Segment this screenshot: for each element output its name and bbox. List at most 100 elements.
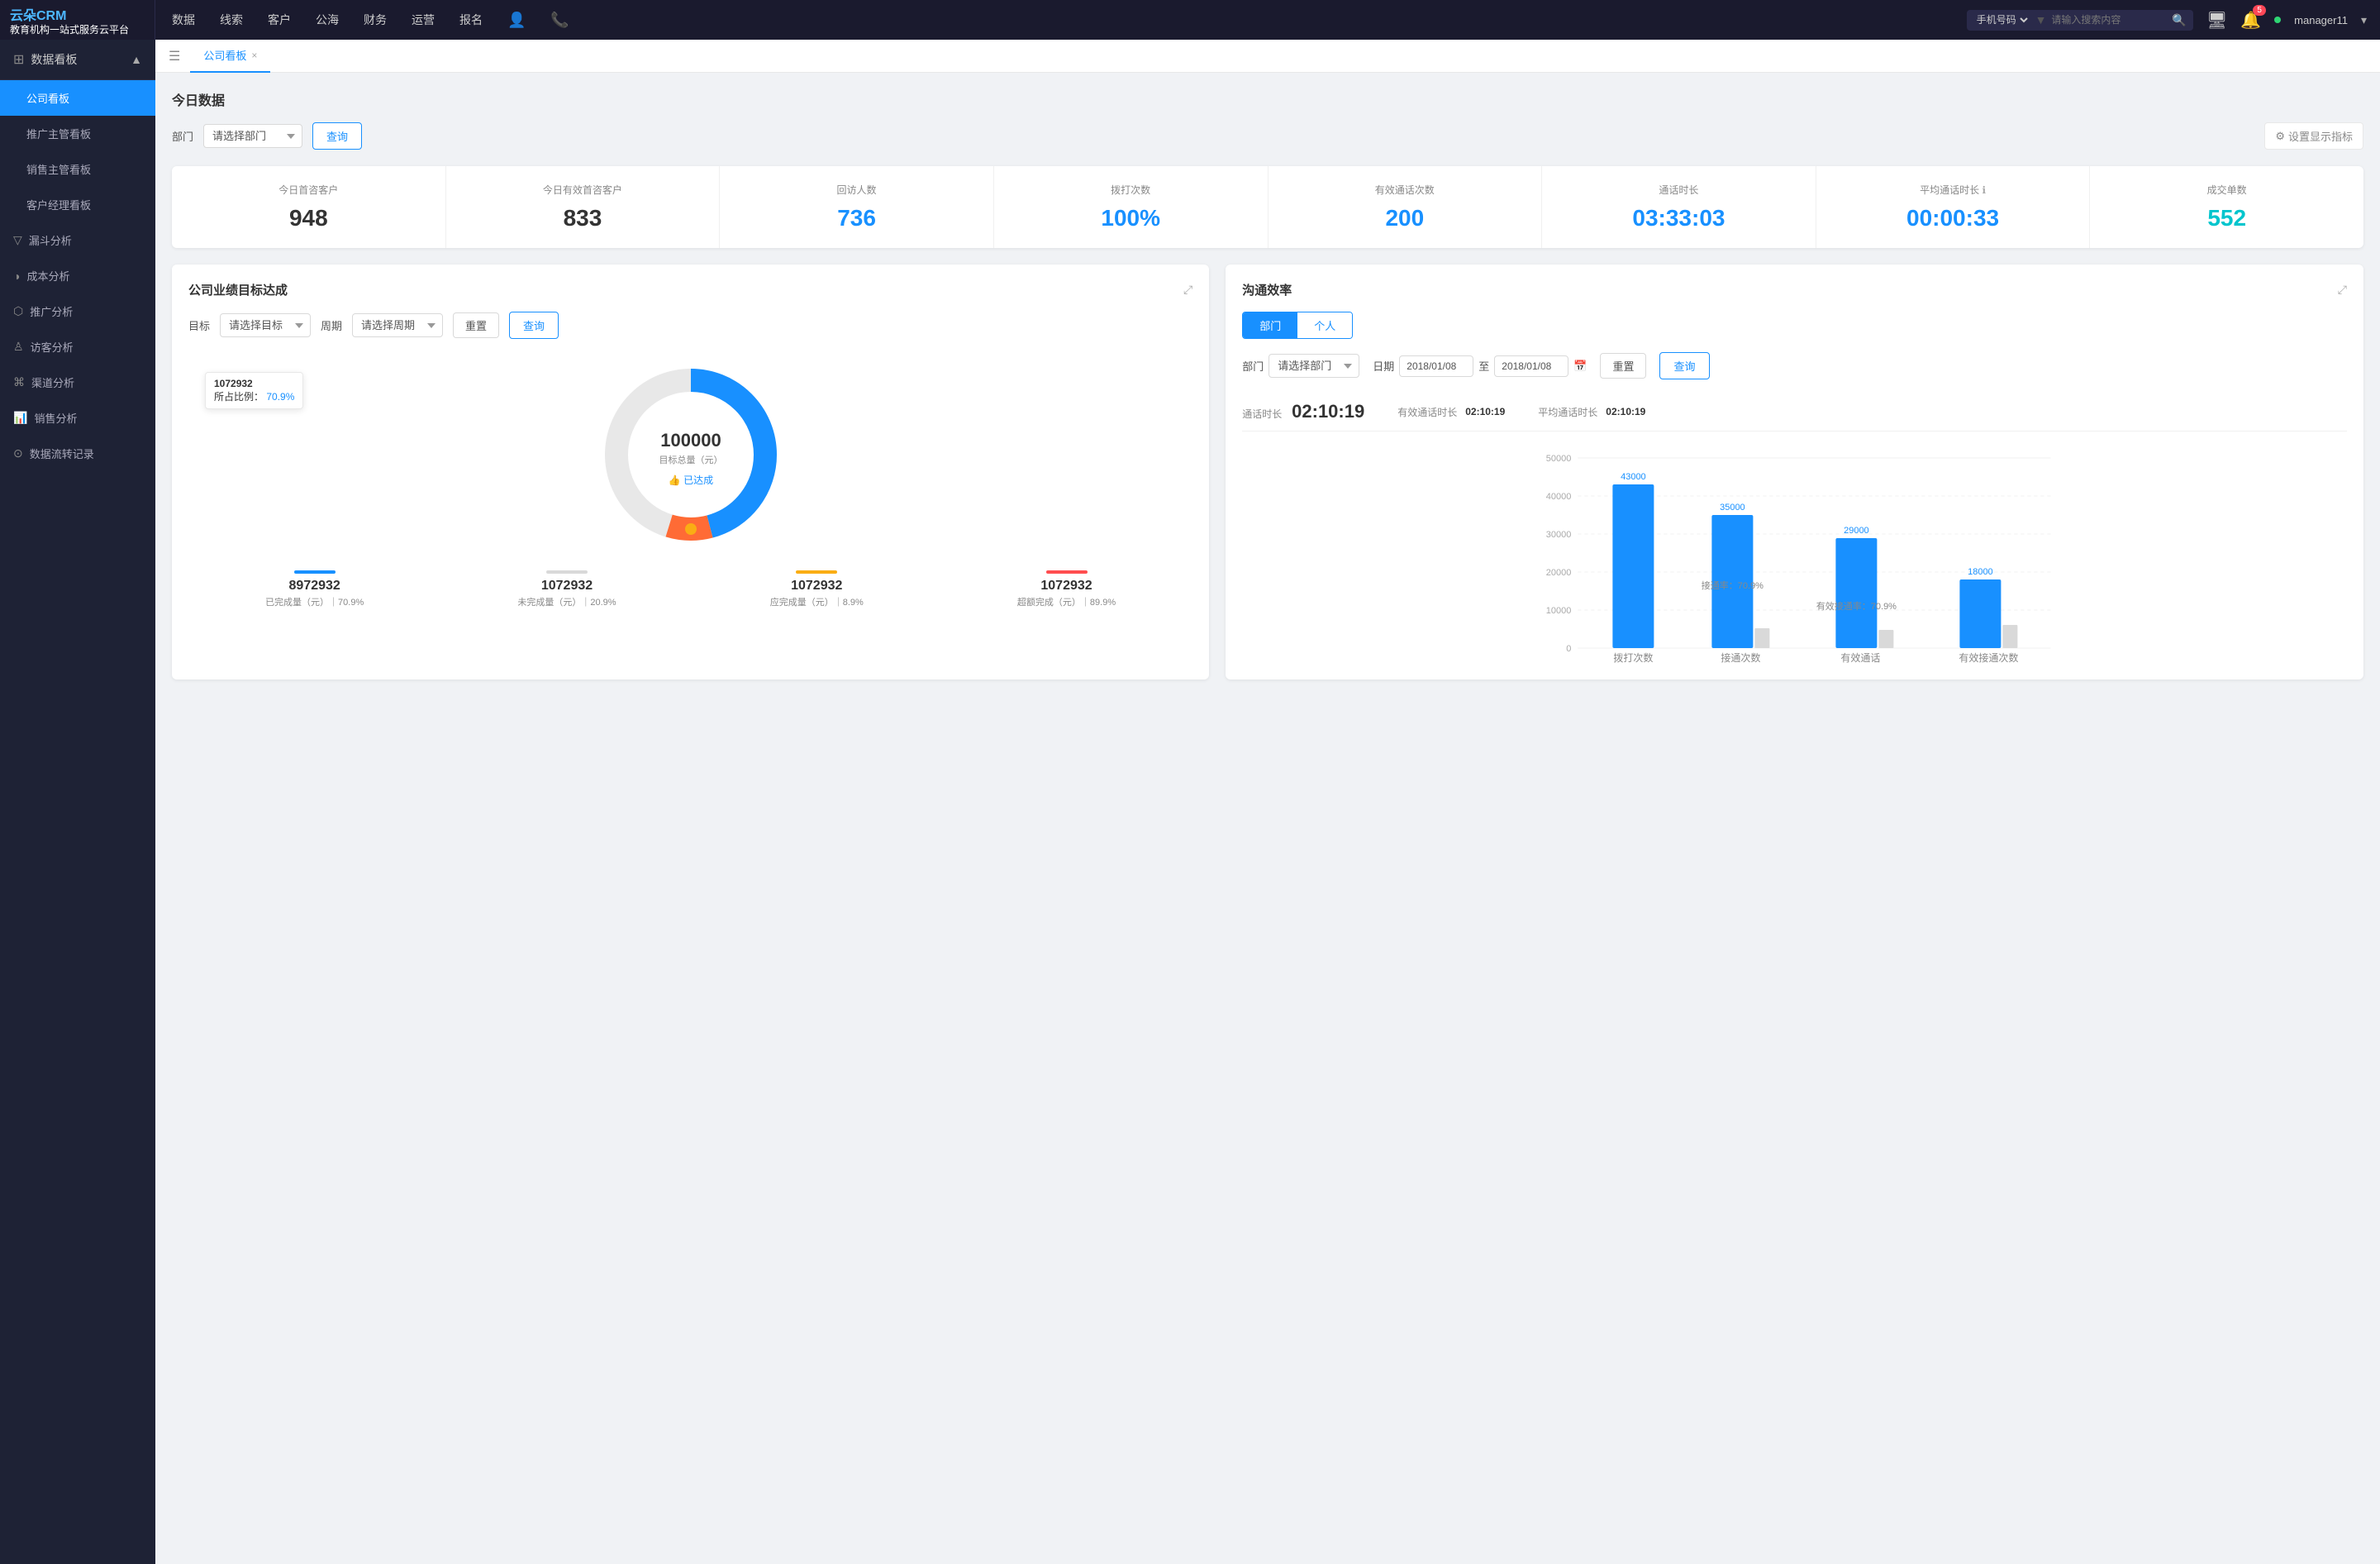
legend-bar-0 [294, 570, 336, 574]
legend-3: 1072932 超额完成（元）｜89.9% [1017, 570, 1116, 608]
svg-text:43000: 43000 [1621, 472, 1646, 482]
comm-filter-row: 部门 请选择部门 日期 至 📅 [1242, 352, 2347, 379]
sidebar-item-sales-board[interactable]: 销售主管看板 [0, 151, 155, 187]
sidebar-item-visitor[interactable]: ♙ 访客分析 [0, 329, 155, 365]
date-start-input[interactable] [1399, 355, 1473, 377]
stat-value-3: 100% [1007, 205, 1254, 231]
bar-effective [1836, 538, 1878, 648]
sidebar-item-sales[interactable]: 📊 销售分析 [0, 400, 155, 436]
legend-0: 8972932 已完成量（元）｜70.9% [265, 570, 364, 608]
phone-icon[interactable]: 📞 [550, 12, 569, 29]
search-icon[interactable]: 🔍 [2172, 13, 2186, 27]
svg-text:有效通话: 有效通话 [1841, 651, 1881, 663]
svg-text:100000: 100000 [660, 430, 721, 451]
nav-ops[interactable]: 运营 [412, 8, 435, 31]
sidebar-item-data-flow[interactable]: ⊙ 数据流转记录 [0, 436, 155, 471]
nav-leads[interactable]: 线索 [220, 8, 243, 31]
date-end-input[interactable] [1494, 355, 1568, 377]
sales-icon: 📊 [13, 411, 27, 425]
stat-value-6: 00:00:33 [1830, 205, 2077, 231]
calendar-icon[interactable]: 📅 [1573, 360, 1587, 373]
dropdown-arrow-icon[interactable]: ▾ [2361, 13, 2367, 27]
tooltip-ratio: 所占比例： 70.9% [214, 389, 294, 403]
comm-query-btn[interactable]: 查询 [1659, 352, 1709, 379]
stat-value-2: 736 [733, 205, 980, 231]
nav-right: 手机号码 ▼ 🔍 🖥 🔔 5 manager11 ▾ [1967, 10, 2380, 31]
sidebar-item-promo[interactable]: ⬡ 推广分析 [0, 293, 155, 329]
svg-text:有效接通次数: 有效接通次数 [1959, 651, 2019, 663]
page-content: 今日数据 部门 请选择部门 查询 ⚙ 设置显示指标 [155, 73, 2380, 696]
today-section: 今日数据 部门 请选择部门 查询 ⚙ 设置显示指标 [172, 89, 2363, 248]
tab-close-icon[interactable]: × [251, 50, 257, 61]
comm-tab-dept[interactable]: 部门 [1243, 312, 1297, 338]
svg-text:30000: 30000 [1546, 530, 1572, 540]
legend-desc-1: 未完成量（元）｜20.9% [517, 595, 616, 608]
nav-customers[interactable]: 客户 [268, 8, 291, 31]
sidebar-item-channel[interactable]: ⌘ 渠道分析 [0, 365, 155, 400]
search-input[interactable] [2051, 14, 2167, 26]
stat-value-1: 833 [459, 205, 707, 231]
today-query-btn[interactable]: 查询 [312, 122, 362, 150]
comm-reset-btn[interactable]: 重置 [1600, 353, 1646, 379]
stat-label-1: 今日有效首咨客户 [459, 183, 707, 197]
comm-tab-group: 部门 个人 [1242, 312, 1353, 339]
business-query-btn[interactable]: 查询 [509, 312, 559, 339]
menu-toggle-icon[interactable]: ☰ [169, 48, 180, 64]
stat-card-0: 今日首咨客户 948 [172, 166, 446, 248]
visitor-icon: ♙ [13, 340, 24, 354]
business-reset-btn[interactable]: 重置 [453, 312, 499, 338]
dept-select[interactable]: 请选择部门 [203, 124, 302, 148]
bar-chart-container: 50000 40000 30000 20000 10000 0 [1242, 448, 2347, 663]
funnel-icon: ▽ [13, 233, 22, 247]
period-select[interactable]: 请选择周期 [352, 313, 443, 337]
sidebar-chevron-icon: ▲ [131, 53, 142, 66]
nav-finance[interactable]: 财务 [364, 8, 387, 31]
comm-tab-personal[interactable]: 个人 [1297, 312, 1352, 338]
sidebar-item-company-board[interactable]: 公司看板 [0, 80, 155, 116]
stat-value-0: 948 [185, 205, 432, 231]
target-select[interactable]: 请选择目标 [220, 313, 311, 337]
bar-connect-gray [1755, 628, 1770, 648]
sidebar-item-cost[interactable]: ◑ 成本分析 [0, 258, 155, 293]
svg-text:拨打次数: 拨打次数 [1614, 651, 1654, 663]
sidebar-item-promo-board[interactable]: 推广主管看板 [0, 116, 155, 151]
stat-label-0: 今日首咨客户 [185, 183, 432, 197]
comm-expand-icon[interactable]: ⤢ [2338, 283, 2347, 297]
sidebar-item-manager-board[interactable]: 客户经理看板 [0, 187, 155, 222]
bell-icon[interactable]: 🔔 5 [2240, 10, 2261, 31]
settings-display-btn[interactable]: ⚙ 设置显示指标 [2264, 122, 2363, 150]
comm-stat-eff: 有效通话时长 02:10:19 [1397, 405, 1505, 419]
bar-eff-connect-gray [2003, 625, 2018, 648]
search-box[interactable]: 手机号码 ▼ 🔍 [1967, 10, 2193, 31]
comm-panel: 沟通效率 ⤢ 部门 个人 部门 请选择部门 [1226, 265, 2363, 679]
donut-chart: 100000 目标总量（元） 👍 已达成 [592, 355, 790, 554]
online-indicator [2274, 17, 2281, 23]
search-type-select[interactable]: 手机号码 [1973, 13, 2030, 26]
tab-company-board[interactable]: 公司看板 × [190, 40, 270, 73]
nav-signup[interactable]: 报名 [459, 8, 483, 31]
comm-stat-duration: 通话时长 02:10:19 [1242, 401, 1364, 422]
dept-filter-label: 部门 [172, 128, 193, 144]
legend-row: 8972932 已完成量（元）｜70.9% 1072932 未完成量（元）｜20… [188, 570, 1192, 608]
nav-data[interactable]: 数据 [172, 8, 195, 31]
legend-1: 1072932 未完成量（元）｜20.9% [517, 570, 616, 608]
sidebar-header-dashboard[interactable]: ⊞ 数据看板 ▲ [0, 40, 155, 80]
today-title: 今日数据 [172, 89, 2363, 109]
bar-effective-gray [1879, 630, 1894, 648]
logo-area: 云朵CRM 教育机构一站式服务云平台 [0, 0, 155, 40]
comm-dept-select[interactable]: 请选择部门 [1269, 354, 1359, 378]
dashboard-icon: ⊞ [13, 51, 24, 68]
business-panel: 公司业绩目标达成 ⤢ 目标 请选择目标 周期 请选择周期 重置 查询 [172, 265, 1209, 679]
promo-icon: ⬡ [13, 304, 23, 318]
main-content: ☰ 公司看板 × 今日数据 部门 请选择部门 查询 [155, 40, 2380, 1564]
notification-badge: 5 [2253, 5, 2266, 16]
manager-name[interactable]: manager11 [2294, 14, 2348, 26]
nav-public[interactable]: 公海 [316, 8, 339, 31]
stat-card-4: 有效通话次数 200 [1269, 166, 1543, 248]
sidebar-item-funnel[interactable]: ▽ 漏斗分析 [0, 222, 155, 258]
expand-icon[interactable]: ⤢ [1183, 283, 1192, 297]
sidebar: ⊞ 数据看板 ▲ 公司看板 推广主管看板 销售主管看板 客户经理看板 ▽ 漏斗分… [0, 40, 155, 1564]
person-icon[interactable]: 👤 [507, 12, 526, 29]
monitor-icon[interactable]: 🖥 [2206, 10, 2227, 31]
legend-val-1: 1072932 [517, 579, 616, 594]
